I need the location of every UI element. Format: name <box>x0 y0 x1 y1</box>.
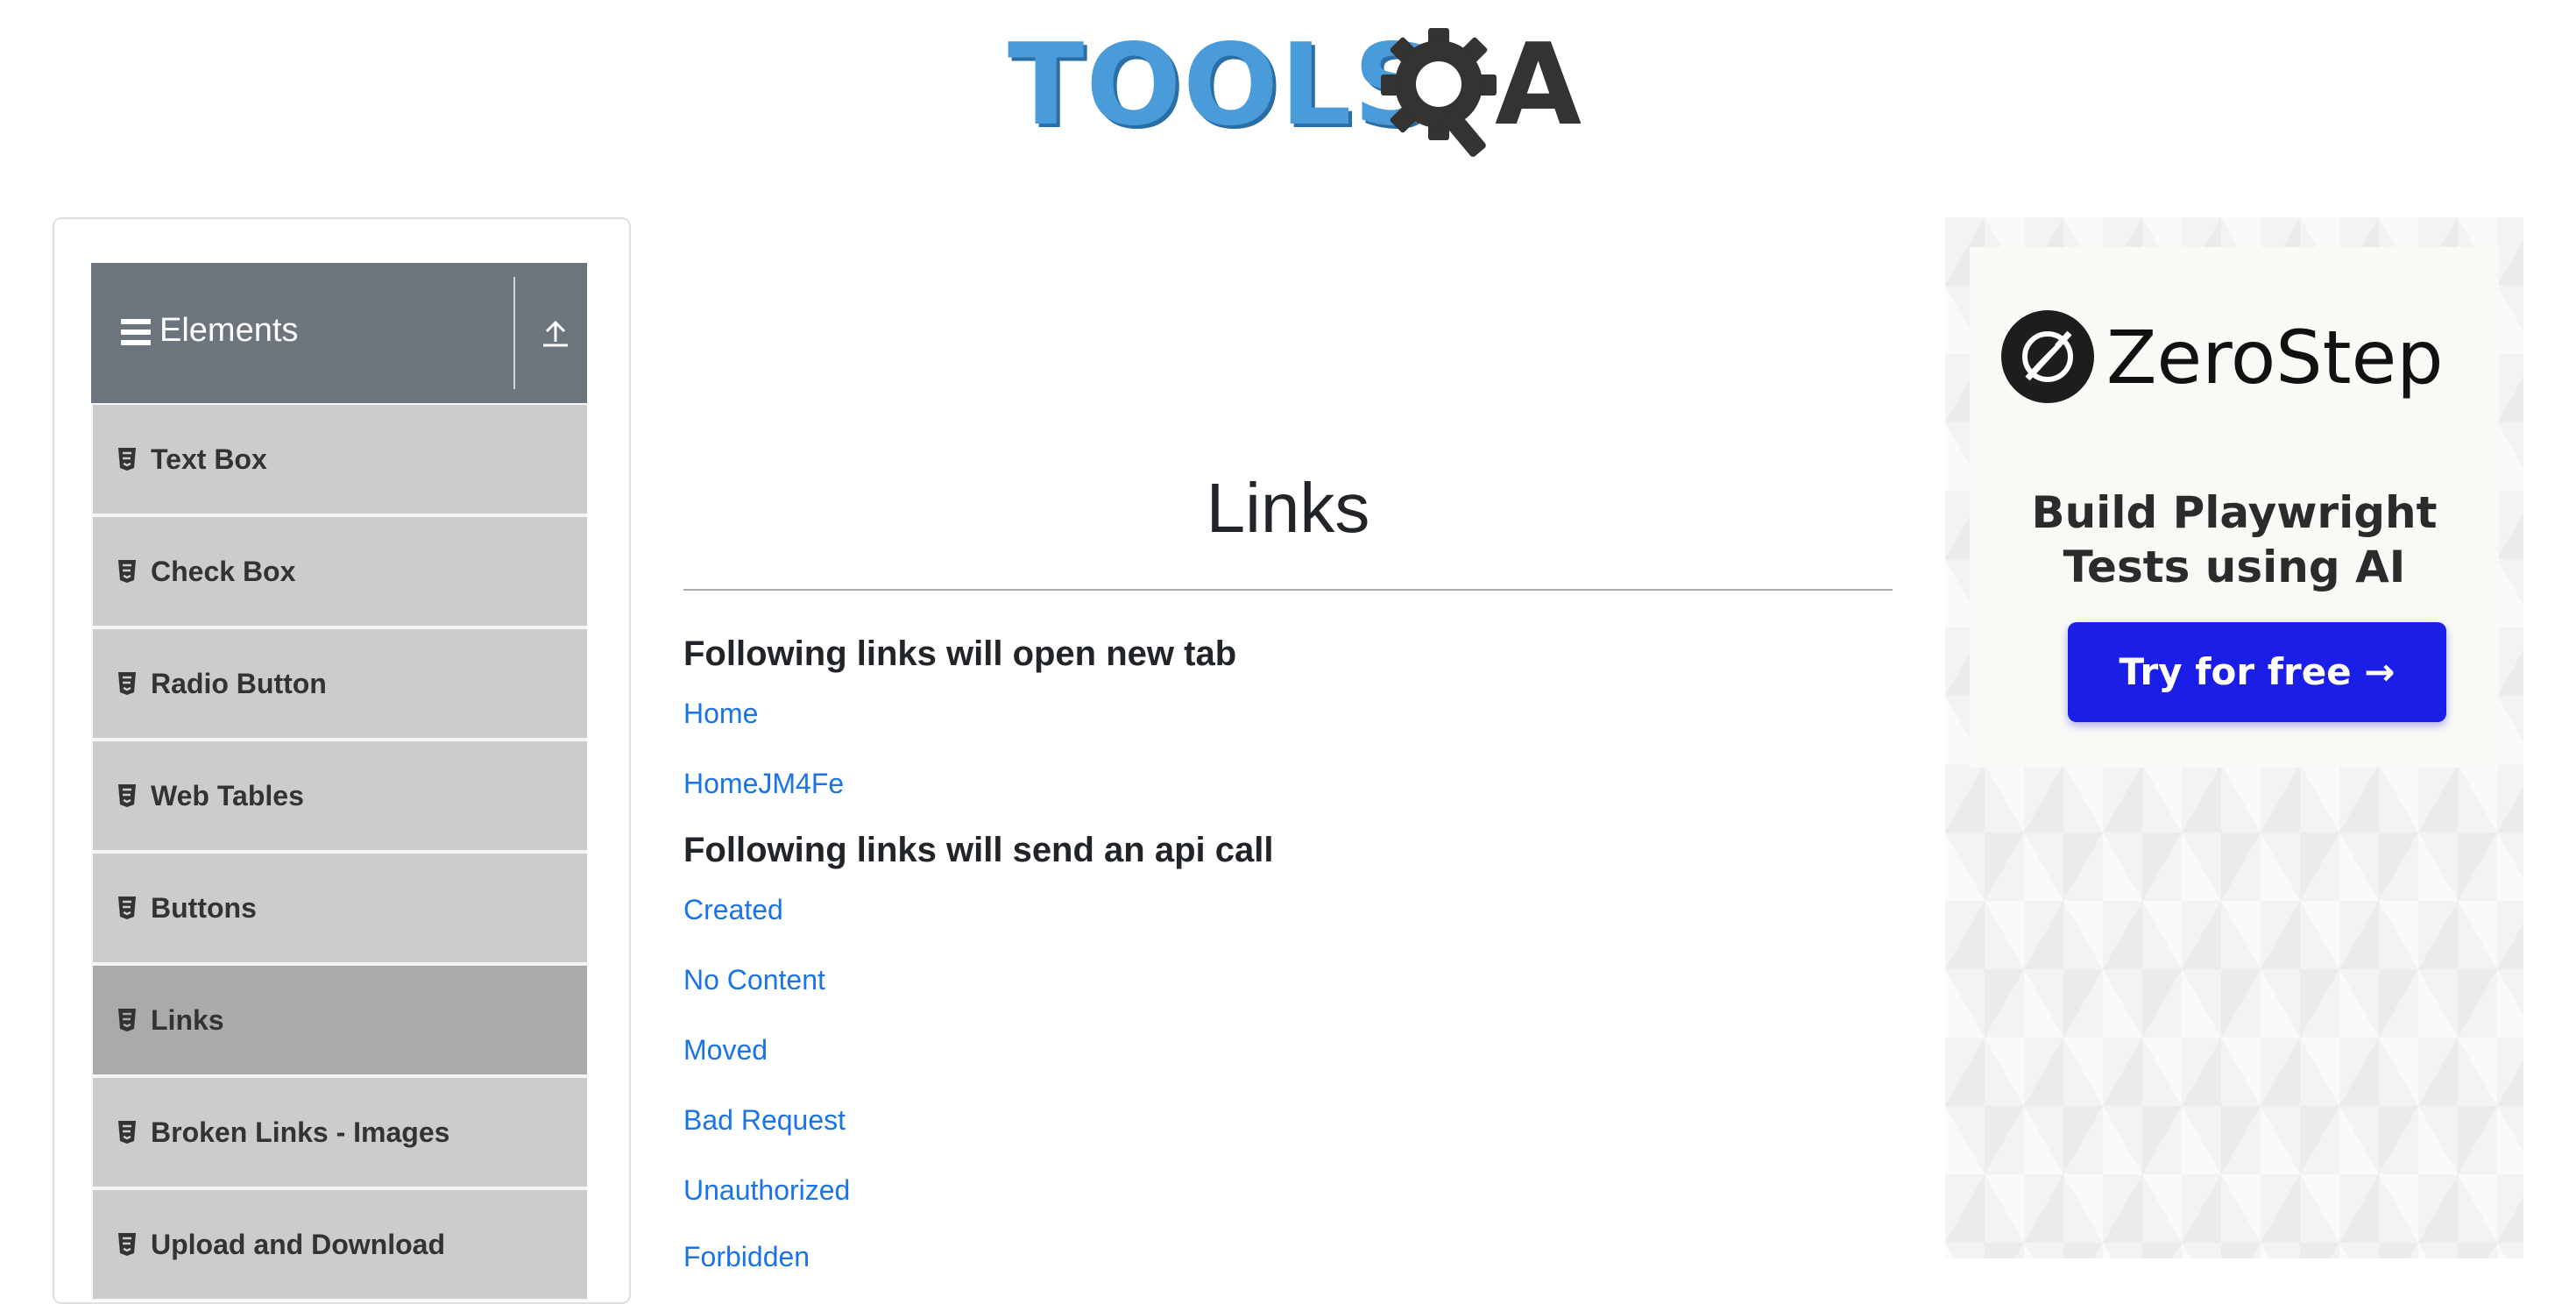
link-home-dynamic[interactable]: HomeJM4Fe <box>683 764 844 803</box>
html5-icon <box>118 560 136 583</box>
group-title: Elements <box>159 312 299 349</box>
try-for-free-button[interactable]: Try for free → <box>2068 622 2446 722</box>
sidebar-item-check-box[interactable]: Check Box <box>91 515 587 627</box>
link-home[interactable]: Home <box>683 694 758 733</box>
sidebar-item-links[interactable]: Links <box>91 964 587 1076</box>
collapse-upload-icon[interactable] <box>534 312 577 354</box>
html5-icon <box>118 672 136 695</box>
sidebar-item-upload-download[interactable]: Upload and Download <box>91 1188 587 1300</box>
ad-tagline-line2: Tests using AI <box>2063 542 2406 592</box>
link-created[interactable]: Created <box>683 890 783 929</box>
html5-icon <box>118 784 136 807</box>
page-title: Links <box>1206 469 1370 547</box>
html5-icon <box>118 1233 136 1256</box>
header-divider <box>513 277 515 389</box>
toolsqa-logo[interactable]: TOOLS A <box>1008 25 1582 161</box>
main-content: Links Following links will open new tab … <box>683 217 1893 1272</box>
group-header-elements[interactable]: Elements <box>91 263 587 403</box>
sidebar-item-broken-links[interactable]: Broken Links - Images <box>91 1076 587 1188</box>
sidebar-item-label: Text Box <box>151 443 267 475</box>
link-no-content[interactable]: No Content <box>683 960 825 999</box>
link-bad-request[interactable]: Bad Request <box>683 1101 846 1139</box>
zerostep-logo-icon <box>2001 310 2094 403</box>
sidebar-item-label: Radio Button <box>151 668 327 699</box>
html5-icon <box>118 448 136 471</box>
sidebar-item-label: Broken Links - Images <box>151 1116 450 1148</box>
sidebar-item-text-box[interactable]: Text Box <box>91 403 587 515</box>
html5-icon <box>118 896 136 919</box>
html5-icon <box>118 1121 136 1144</box>
site-header: TOOLS A <box>0 0 2576 175</box>
ad-tagline-line1: Build Playwright <box>2031 487 2438 538</box>
sidebar-item-label: Buttons <box>151 892 257 924</box>
sidebar-item-label: Check Box <box>151 556 296 587</box>
sidebar-item-buttons[interactable]: Buttons <box>91 852 587 964</box>
sidebar-item-radio-button[interactable]: Radio Button <box>91 627 587 740</box>
hamburger-icon <box>121 319 151 345</box>
sidebar: Elements Text Box Check Box Radio Button… <box>53 217 631 1304</box>
ad-card[interactable]: ZeroStep Build Playwright Tests using AI… <box>1970 247 2499 768</box>
sidebar-menu: Text Box Check Box Radio Button Web Tabl… <box>91 403 587 1300</box>
link-moved[interactable]: Moved <box>683 1031 768 1069</box>
ad-brand-name: ZeroStep <box>2106 315 2444 400</box>
sidebar-item-label: Web Tables <box>151 780 304 811</box>
sidebar-item-label: Upload and Download <box>151 1229 445 1260</box>
ad-banner[interactable]: ZeroStep Build Playwright Tests using AI… <box>1945 217 2523 1258</box>
zerostep-mark-icon <box>2022 330 2073 382</box>
link-unauthorized[interactable]: Unauthorized <box>683 1171 850 1209</box>
title-divider <box>683 589 1893 591</box>
ad-tagline: Build Playwright Tests using AI <box>1970 485 2499 594</box>
link-forbidden[interactable]: Forbidden <box>683 1237 810 1276</box>
gear-magnifier-icon <box>1381 28 1497 157</box>
section-heading-new-tab: Following links will open new tab <box>683 634 1237 673</box>
sidebar-item-web-tables[interactable]: Web Tables <box>91 740 587 852</box>
sidebar-item-label: Links <box>151 1004 224 1036</box>
section-heading-api-call: Following links will send an api call <box>683 831 1274 869</box>
logo-text-a: A <box>1495 20 1582 151</box>
html5-icon <box>118 1009 136 1031</box>
